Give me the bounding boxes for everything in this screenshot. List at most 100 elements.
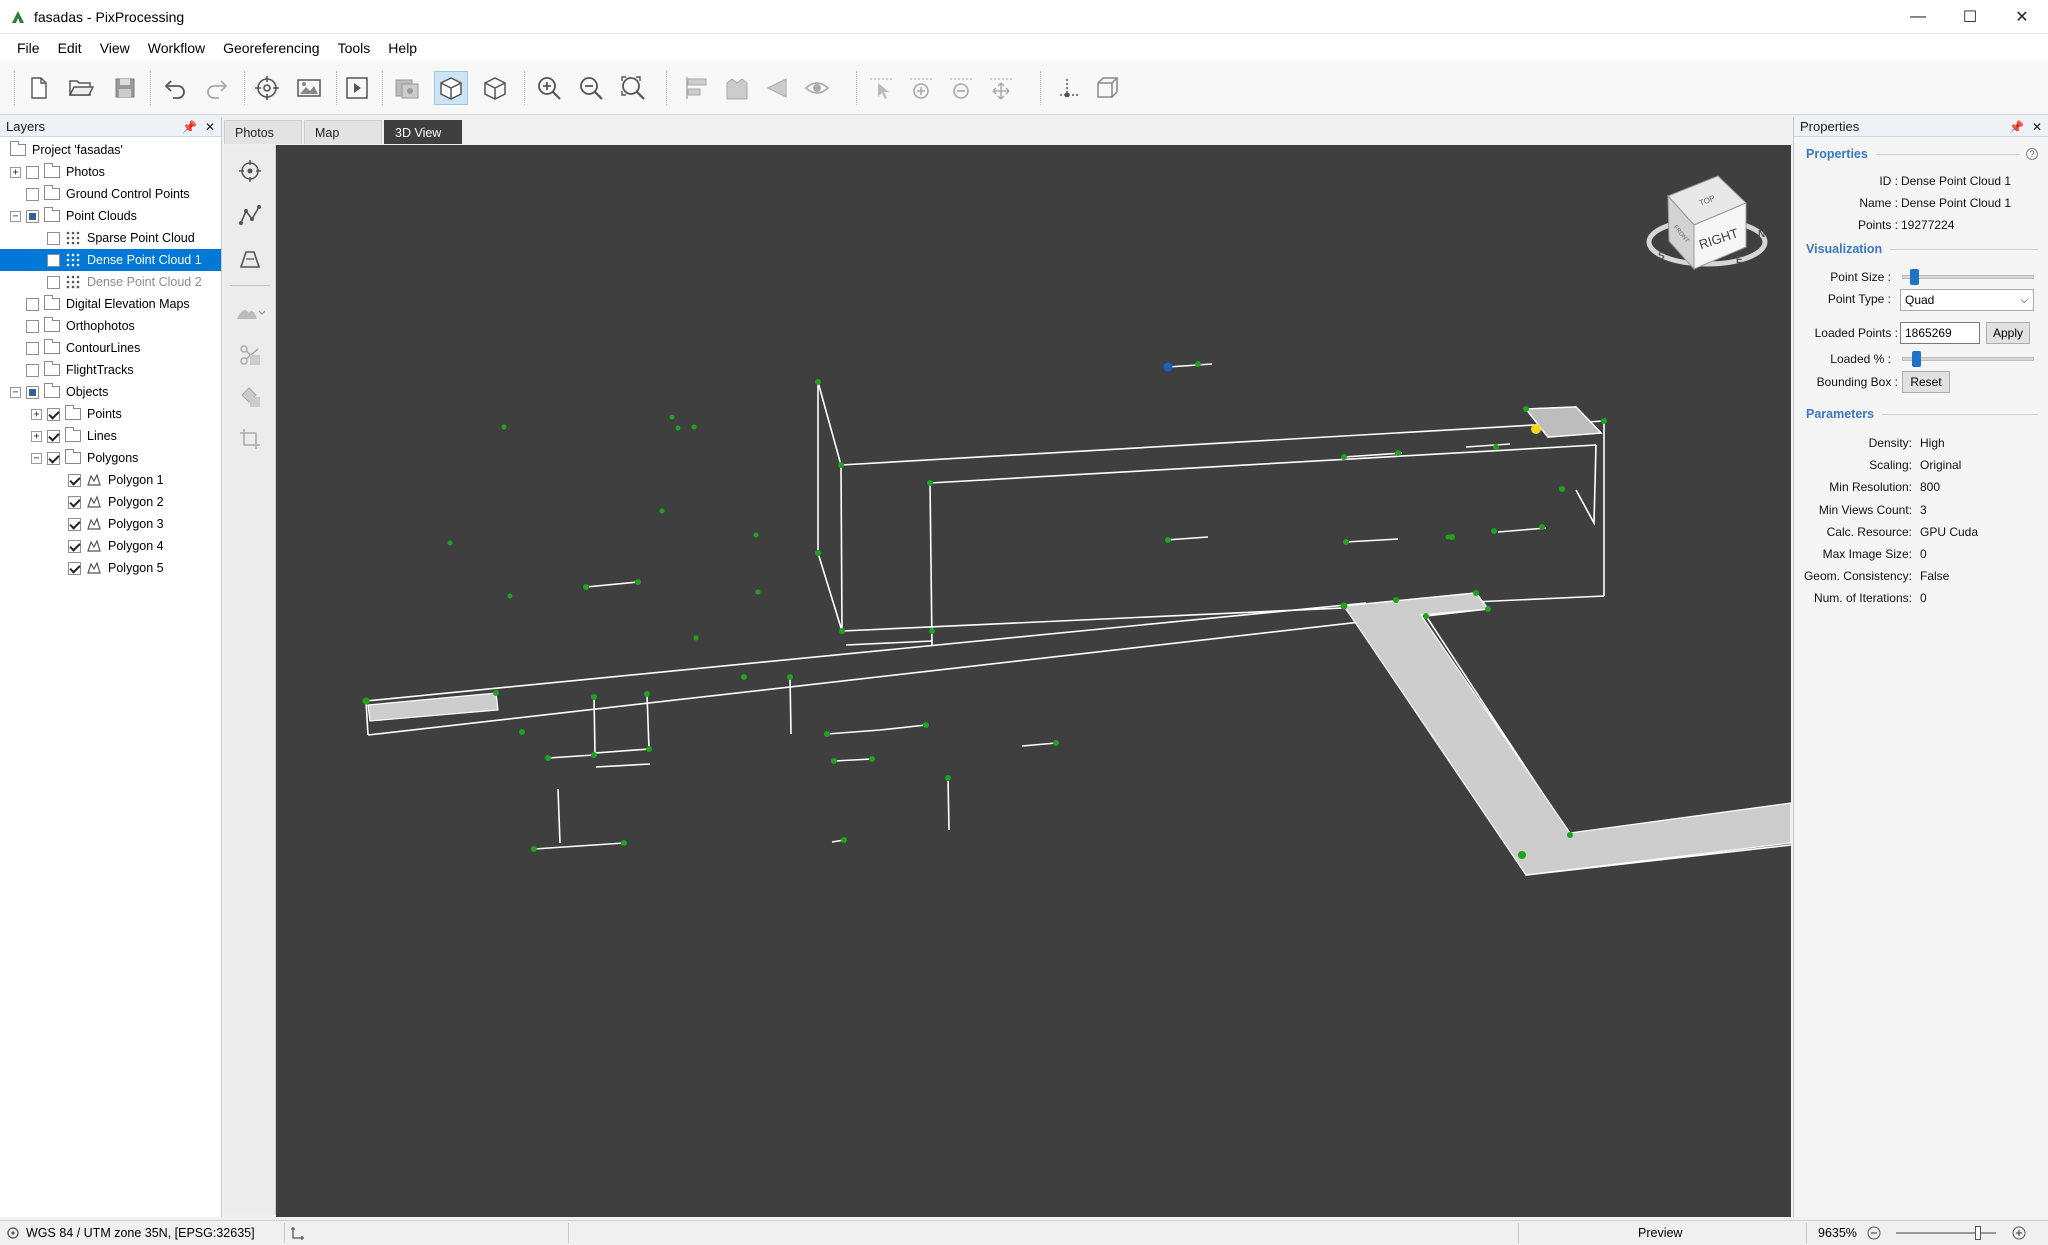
layer-item[interactable]: − Objects xyxy=(0,381,221,403)
move-node-button[interactable] xyxy=(984,71,1018,105)
layer-checkbox[interactable] xyxy=(68,517,81,531)
3d-wire-view-button[interactable] xyxy=(478,71,512,105)
layer-checkbox[interactable] xyxy=(47,253,60,267)
menu-help[interactable]: Help xyxy=(379,40,426,56)
layer-checkbox[interactable] xyxy=(47,451,60,465)
layer-item[interactable]: Polygon 3 xyxy=(0,513,221,535)
new-file-button[interactable] xyxy=(22,71,56,105)
select-node-button[interactable] xyxy=(864,71,898,105)
zoom-slider[interactable] xyxy=(1896,1226,1996,1240)
layer-checkbox[interactable] xyxy=(26,209,39,223)
tab-photos[interactable]: Photos xyxy=(224,120,302,144)
layer-item[interactable]: Polygon 4 xyxy=(0,535,221,557)
layer-checkbox[interactable] xyxy=(68,473,81,487)
camera-export-button[interactable] xyxy=(390,71,424,105)
loaded-points-input[interactable]: 1865269 xyxy=(1900,322,1980,344)
add-node-button[interactable] xyxy=(904,71,938,105)
layer-checkbox[interactable] xyxy=(26,187,39,201)
add-gcp-button[interactable] xyxy=(250,71,284,105)
zoom-out-button[interactable] xyxy=(574,71,608,105)
loaded-percent-slider[interactable] xyxy=(1902,351,2034,367)
layer-item[interactable]: Polygon 5 xyxy=(0,557,221,579)
paint-tool-button[interactable] xyxy=(233,381,267,413)
pin-icon[interactable]: 📌 xyxy=(182,120,197,134)
layer-checkbox[interactable] xyxy=(47,275,60,289)
point-size-slider[interactable] xyxy=(1902,269,2034,285)
bounding-box-button[interactable] xyxy=(1090,71,1124,105)
collapse-icon[interactable]: − xyxy=(10,210,21,222)
zoom-extent-button[interactable] xyxy=(616,71,650,105)
reset-button[interactable]: Reset xyxy=(1902,371,1950,393)
close-icon[interactable]: ✕ xyxy=(2032,120,2042,134)
layer-item[interactable]: Polygon 1 xyxy=(0,469,221,491)
crs-settings-icon[interactable] xyxy=(6,1226,20,1240)
align-tool-button[interactable] xyxy=(680,71,714,105)
expand-icon[interactable]: + xyxy=(10,166,21,178)
layer-checkbox[interactable] xyxy=(26,319,39,333)
menu-edit[interactable]: Edit xyxy=(49,40,91,56)
layer-checkbox[interactable] xyxy=(47,429,60,443)
layer-checkbox[interactable] xyxy=(26,385,39,399)
crop-tool-button[interactable] xyxy=(233,423,267,455)
add-photos-button[interactable] xyxy=(292,71,326,105)
layer-item[interactable]: − Point Clouds xyxy=(0,205,221,227)
save-button[interactable] xyxy=(108,71,142,105)
slider-thumb[interactable] xyxy=(1909,269,1919,285)
3d-solid-view-button[interactable] xyxy=(434,71,468,105)
layer-checkbox[interactable] xyxy=(68,561,81,575)
layer-checkbox[interactable] xyxy=(26,165,39,179)
cut-tool-button[interactable] xyxy=(233,339,267,371)
layer-checkbox[interactable] xyxy=(26,363,39,377)
undo-button[interactable] xyxy=(158,71,192,105)
menu-file[interactable]: File xyxy=(8,40,49,56)
pin-icon[interactable]: 📌 xyxy=(2009,120,2024,134)
layer-item[interactable]: Project 'fasadas' xyxy=(0,139,221,161)
add-line-tool-button[interactable] xyxy=(233,199,267,231)
tab-3d-view[interactable]: 3D View xyxy=(384,120,462,144)
layer-item[interactable]: FlightTracks xyxy=(0,359,221,381)
zoom-in-button[interactable] xyxy=(532,71,566,105)
open-folder-button[interactable] xyxy=(64,71,98,105)
menu-workflow[interactable]: Workflow xyxy=(139,40,214,56)
close-button[interactable]: ✕ xyxy=(1996,0,2048,34)
point-type-select[interactable]: Quad ⌵ xyxy=(1900,289,2034,311)
layer-item[interactable]: Polygon 2 xyxy=(0,491,221,513)
expand-icon[interactable]: + xyxy=(31,408,42,420)
3d-view-canvas[interactable]: RIGHT TOP FRONT S E N xyxy=(276,145,1791,1217)
layer-item[interactable]: + Points xyxy=(0,403,221,425)
collapse-icon[interactable]: − xyxy=(31,452,42,464)
slider-thumb[interactable] xyxy=(1912,351,1922,367)
help-icon[interactable]: ? xyxy=(2026,148,2038,160)
view-cube[interactable]: RIGHT TOP FRONT S E N xyxy=(1646,175,1768,271)
redo-button[interactable] xyxy=(200,71,234,105)
layer-checkbox[interactable] xyxy=(68,539,81,553)
maximize-button[interactable]: ☐ xyxy=(1944,0,1996,34)
zoom-out-small-button[interactable] xyxy=(1867,1221,1881,1245)
layer-item[interactable]: + Lines xyxy=(0,425,221,447)
menu-view[interactable]: View xyxy=(91,40,139,56)
layer-checkbox[interactable] xyxy=(26,341,39,355)
tab-map[interactable]: Map xyxy=(304,120,382,144)
crop-point-button[interactable] xyxy=(1050,71,1084,105)
remove-node-button[interactable] xyxy=(944,71,978,105)
expand-icon[interactable]: + xyxy=(31,430,42,442)
layer-item[interactable]: Ground Control Points xyxy=(0,183,221,205)
close-icon[interactable]: ✕ xyxy=(205,120,215,134)
surface-tool-button[interactable] xyxy=(233,297,267,329)
visibility-button[interactable] xyxy=(800,71,834,105)
layer-item[interactable]: Digital Elevation Maps xyxy=(0,293,221,315)
layer-item[interactable]: − Polygons xyxy=(0,447,221,469)
layer-item[interactable]: Dense Point Cloud 1 xyxy=(0,249,221,271)
layer-checkbox[interactable] xyxy=(26,297,39,311)
menu-tools[interactable]: Tools xyxy=(329,40,380,56)
add-polygon-tool-button[interactable] xyxy=(233,243,267,275)
layer-item[interactable]: Sparse Point Cloud xyxy=(0,227,221,249)
measure-tool[interactable] xyxy=(290,1221,306,1245)
layer-checkbox[interactable] xyxy=(47,407,60,421)
run-workflow-button[interactable] xyxy=(340,71,374,105)
collapse-icon[interactable]: − xyxy=(10,386,21,398)
building-tool-button[interactable] xyxy=(720,71,754,105)
layer-item[interactable]: + Photos xyxy=(0,161,221,183)
camera-tool-button[interactable] xyxy=(760,71,794,105)
layer-item[interactable]: ContourLines xyxy=(0,337,221,359)
